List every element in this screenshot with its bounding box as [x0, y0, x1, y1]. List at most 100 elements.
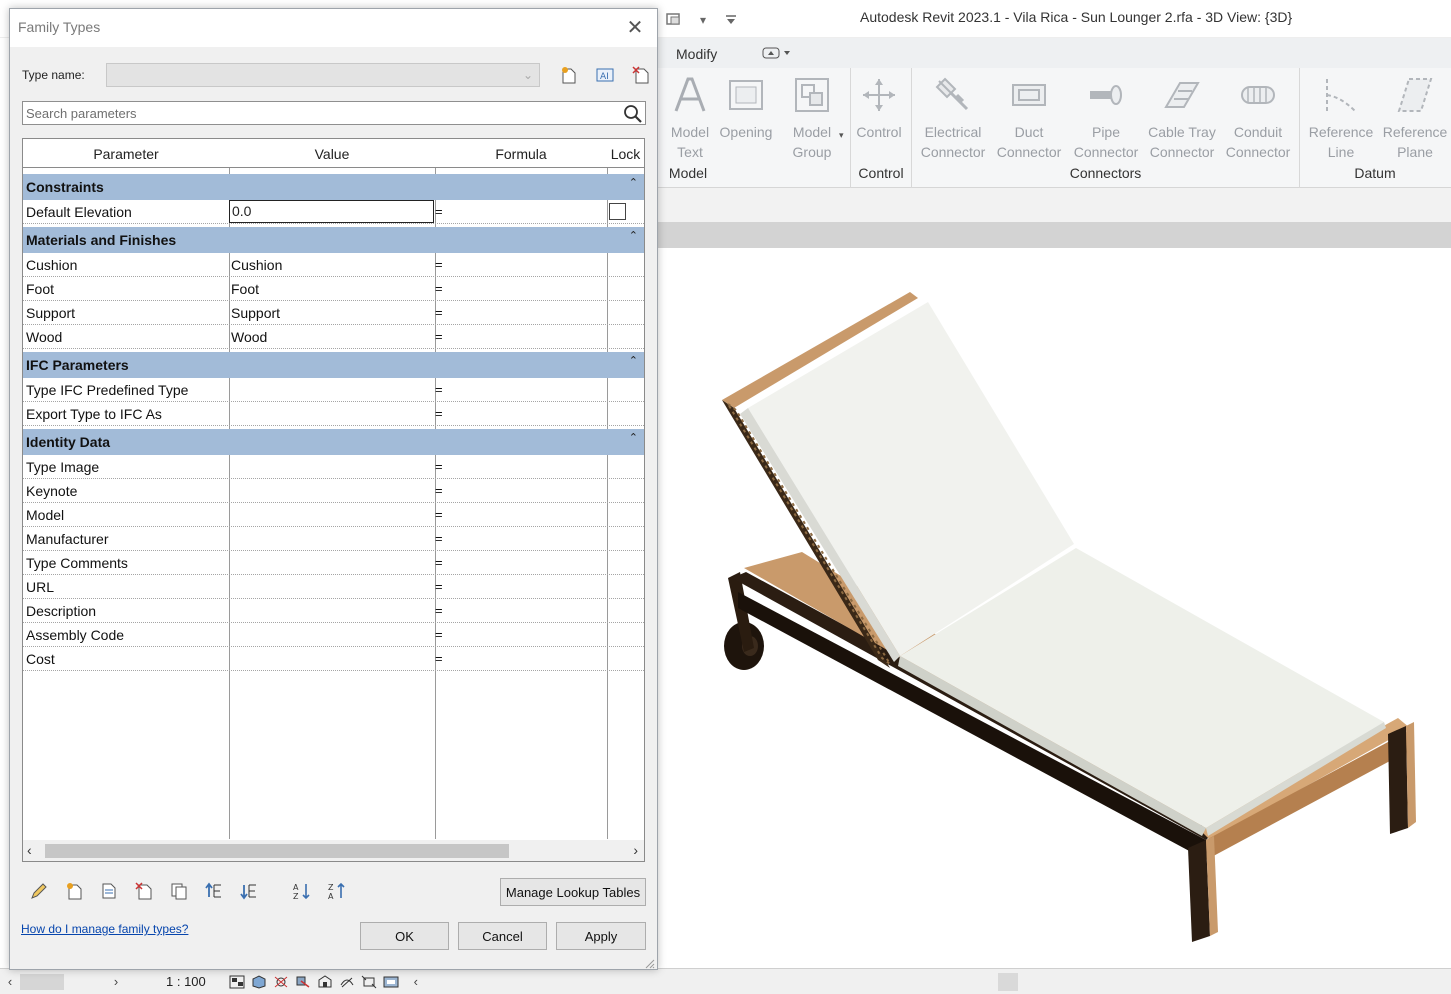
- table-row[interactable]: Default Elevation 0.0 =: [23, 200, 644, 224]
- formula-cell[interactable]: =: [435, 531, 443, 546]
- table-row[interactable]: Foot Foot =: [23, 277, 644, 301]
- value-input[interactable]: 0.0: [229, 200, 434, 223]
- value-cell[interactable]: Wood: [231, 329, 267, 345]
- detail-level-icon[interactable]: [228, 974, 246, 990]
- lock-checkbox[interactable]: [609, 203, 626, 220]
- pipe-connector-button[interactable]: Pipe Connector: [1068, 74, 1144, 162]
- show-crop-region-icon[interactable]: [360, 974, 378, 990]
- value-cell[interactable]: Foot: [231, 281, 259, 297]
- table-row[interactable]: Export Type to IFC As =: [23, 402, 644, 426]
- search-icon[interactable]: [623, 104, 643, 124]
- 3d-viewport[interactable]: [658, 248, 1451, 970]
- search-input[interactable]: [23, 102, 613, 124]
- column-header-lock[interactable]: Lock: [607, 146, 644, 162]
- model-group-button[interactable]: Model Group: [774, 74, 850, 162]
- table-row[interactable]: Description =: [23, 599, 644, 623]
- table-row[interactable]: Cost =: [23, 647, 644, 671]
- table-row[interactable]: Keynote =: [23, 479, 644, 503]
- switch-windows-icon[interactable]: [664, 10, 686, 30]
- table-row[interactable]: Model =: [23, 503, 644, 527]
- reference-plane-button[interactable]: Reference Plane: [1377, 74, 1451, 162]
- table-row[interactable]: Type IFC Predefined Type =: [23, 378, 644, 402]
- formula-cell[interactable]: =: [435, 555, 443, 570]
- visual-style-icon[interactable]: [250, 974, 268, 990]
- tab-modify[interactable]: Modify: [676, 46, 717, 62]
- view-scale[interactable]: 1 : 100: [166, 974, 206, 989]
- value-cell[interactable]: Support: [231, 305, 280, 321]
- duct-connector-button[interactable]: Duct Connector: [991, 74, 1067, 162]
- move-parameter-up-icon[interactable]: [199, 878, 229, 904]
- delete-type-icon[interactable]: [628, 63, 654, 87]
- formula-cell[interactable]: =: [435, 257, 443, 272]
- table-row[interactable]: Manufacturer =: [23, 527, 644, 551]
- formula-cell[interactable]: =: [435, 627, 443, 642]
- formula-cell[interactable]: =: [435, 603, 443, 618]
- group-header-materials-and-finishes[interactable]: Materials and Finishes ⌃: [23, 227, 644, 253]
- scroll-thumb[interactable]: [45, 844, 509, 858]
- scroll-right-icon[interactable]: ›: [106, 974, 126, 989]
- shadows-icon[interactable]: [294, 974, 312, 990]
- formula-cell[interactable]: =: [435, 507, 443, 522]
- table-row[interactable]: Assembly Code =: [23, 623, 644, 647]
- table-row[interactable]: URL =: [23, 575, 644, 599]
- column-header-formula[interactable]: Formula: [435, 146, 607, 162]
- table-row[interactable]: Support Support =: [23, 301, 644, 325]
- close-icon[interactable]: ✕: [623, 15, 647, 39]
- collapse-icon[interactable]: ⌃: [629, 354, 638, 367]
- collapse-icon[interactable]: ⌃: [629, 229, 638, 242]
- table-row[interactable]: Cushion Cushion =: [23, 253, 644, 277]
- formula-cell[interactable]: =: [435, 406, 443, 421]
- sun-path-icon[interactable]: [272, 974, 290, 990]
- group-header-ifc-parameters[interactable]: IFC Parameters ⌃: [23, 352, 644, 378]
- collapse-icon[interactable]: ⌃: [629, 176, 638, 189]
- help-link[interactable]: How do I manage family types?: [21, 922, 188, 936]
- status-scroll-thumb[interactable]: [20, 973, 64, 990]
- control-button[interactable]: Control: [841, 74, 917, 142]
- new-type-icon[interactable]: [556, 63, 582, 87]
- formula-cell[interactable]: =: [435, 382, 443, 397]
- shared-parameter-icon[interactable]: [94, 878, 124, 904]
- temporary-hide-icon[interactable]: [382, 974, 400, 990]
- formula-cell[interactable]: =: [435, 281, 443, 296]
- table-row[interactable]: Wood Wood =: [23, 325, 644, 349]
- formula-cell[interactable]: =: [435, 483, 443, 498]
- scroll-left-icon[interactable]: ‹: [0, 974, 20, 989]
- table-row[interactable]: Type Comments =: [23, 551, 644, 575]
- formula-cell[interactable]: =: [435, 459, 443, 474]
- scroll-right-icon[interactable]: ›: [633, 842, 638, 858]
- collapse-control-bar-icon[interactable]: ‹: [406, 974, 426, 989]
- manage-lookup-tables-button[interactable]: Manage Lookup Tables: [500, 878, 646, 906]
- render-icon[interactable]: [316, 974, 334, 990]
- formula-cell[interactable]: =: [435, 651, 443, 666]
- ok-button[interactable]: OK: [360, 922, 449, 950]
- apply-button[interactable]: Apply: [556, 922, 646, 950]
- group-header-identity-data[interactable]: Identity Data ⌃: [23, 429, 644, 455]
- opening-button[interactable]: Opening: [708, 74, 784, 142]
- group-header-constraints[interactable]: Constraints ⌃: [23, 174, 644, 200]
- new-parameter-icon[interactable]: [59, 878, 89, 904]
- cable-tray-connector-button[interactable]: Cable Tray Connector: [1144, 74, 1220, 162]
- viewport-hscroll-thumb[interactable]: [998, 973, 1018, 991]
- formula-cell[interactable]: =: [435, 305, 443, 320]
- customize-qat-icon[interactable]: [720, 10, 742, 30]
- cancel-button[interactable]: Cancel: [458, 922, 547, 950]
- formula-cell[interactable]: =: [435, 204, 443, 219]
- collapse-icon[interactable]: ⌃: [629, 431, 638, 444]
- qat-dropdown-icon[interactable]: ▾: [692, 10, 714, 30]
- electrical-connector-button[interactable]: Electrical Connector: [915, 74, 991, 162]
- edit-parameter-icon[interactable]: [24, 878, 54, 904]
- delete-parameter-icon[interactable]: [129, 878, 159, 904]
- column-header-parameter[interactable]: Parameter: [23, 146, 229, 162]
- grid-horizontal-scrollbar[interactable]: ‹ ›: [22, 840, 645, 862]
- move-parameter-down-icon[interactable]: [234, 878, 264, 904]
- rename-type-icon[interactable]: AI: [592, 63, 618, 87]
- sort-ascending-icon[interactable]: AZ: [287, 878, 317, 904]
- sort-descending-icon[interactable]: ZA: [322, 878, 352, 904]
- copy-parameter-icon[interactable]: [164, 878, 194, 904]
- conduit-connector-button[interactable]: Conduit Connector: [1220, 74, 1296, 162]
- contextual-tab-toggle[interactable]: [762, 46, 792, 63]
- scroll-left-icon[interactable]: ‹: [27, 842, 32, 858]
- search-parameters-field[interactable]: [22, 101, 646, 125]
- value-cell[interactable]: Cushion: [231, 257, 282, 273]
- type-name-dropdown[interactable]: ⌄: [106, 63, 540, 87]
